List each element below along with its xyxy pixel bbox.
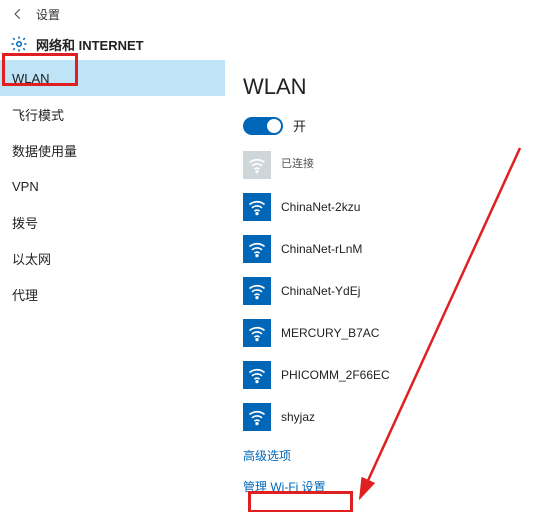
wlan-toggle-row: 开 — [243, 116, 540, 135]
sidebar-item-0[interactable]: WLAN — [0, 60, 225, 96]
wifi-item-6[interactable]: shyjaz — [243, 403, 540, 431]
wifi-list: 已连接 ChinaNet-2kzu ChinaNet-rLnM ChinaNet-Yd… — [243, 151, 540, 431]
header: 网络和 INTERNET — [0, 28, 556, 60]
sidebar-item-5[interactable]: 以太网 — [0, 240, 225, 276]
sidebar-item-3[interactable]: VPN — [0, 168, 225, 204]
main-panel: WLAN 开 已连接 ChinaNet-2kzu ChinaNet-rLnM Chin… — [225, 60, 556, 512]
wifi-name: ChinaNet-YdEj — [281, 284, 360, 298]
wifi-item-4[interactable]: MERCURY_B7AC — [243, 319, 540, 347]
wlan-toggle-label: 开 — [293, 116, 306, 135]
wifi-item-1[interactable]: ChinaNet-2kzu — [243, 193, 540, 221]
sidebar-item-1[interactable]: 飞行模式 — [0, 96, 225, 132]
window-title: 设置 — [36, 6, 60, 23]
sidebar-item-6[interactable]: 代理 — [0, 276, 225, 312]
back-button[interactable] — [8, 4, 28, 24]
wifi-icon — [243, 193, 271, 221]
gear-icon — [10, 35, 28, 53]
advanced-options-link[interactable]: 高级选项 — [243, 447, 291, 464]
page-title: WLAN — [243, 74, 540, 100]
wifi-name: ChinaNet-rLnM — [281, 242, 362, 256]
wifi-name: PHICOMM_2F66EC — [281, 368, 390, 382]
wifi-icon — [243, 403, 271, 431]
wifi-icon — [243, 151, 271, 179]
wifi-item-5[interactable]: PHICOMM_2F66EC — [243, 361, 540, 389]
sidebar: WLAN飞行模式数据使用量VPN拨号以太网代理 — [0, 60, 225, 512]
wifi-item-0[interactable]: 已连接 — [243, 151, 540, 179]
wifi-icon — [243, 319, 271, 347]
sidebar-item-4[interactable]: 拨号 — [0, 204, 225, 240]
wifi-status: 已连接 — [281, 158, 314, 171]
titlebar: 设置 — [0, 0, 556, 28]
wifi-name: MERCURY_B7AC — [281, 326, 379, 340]
wifi-icon — [243, 277, 271, 305]
wifi-name: shyjaz — [281, 410, 315, 424]
wifi-name: ChinaNet-2kzu — [281, 200, 360, 214]
wifi-item-2[interactable]: ChinaNet-rLnM — [243, 235, 540, 263]
wifi-icon — [243, 235, 271, 263]
header-title: 网络和 INTERNET — [36, 35, 144, 54]
sidebar-item-2[interactable]: 数据使用量 — [0, 132, 225, 168]
wifi-item-3[interactable]: ChinaNet-YdEj — [243, 277, 540, 305]
manage-wifi-link[interactable]: 管理 Wi-Fi 设置 — [243, 478, 326, 495]
wifi-icon — [243, 361, 271, 389]
wlan-toggle[interactable] — [243, 117, 283, 135]
